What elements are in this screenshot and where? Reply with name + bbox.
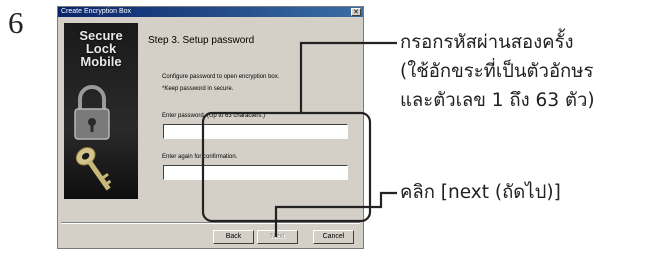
close-button[interactable]: ✕ bbox=[351, 8, 361, 16]
back-button[interactable]: Back bbox=[213, 230, 254, 244]
password-callout-line: (ใช้อักขระที่เป็นตัวอักษร bbox=[400, 61, 594, 82]
title-bar: Create Encryption Box ✕ bbox=[58, 7, 363, 17]
password-label: Enter password. (Up to 63 characters.) bbox=[162, 113, 266, 119]
confirm-password-label: Enter again for confirmation. bbox=[162, 154, 238, 160]
confirm-password-input[interactable] bbox=[163, 165, 348, 180]
description-line: *Keep password in secure. bbox=[162, 86, 234, 92]
cancel-button[interactable]: Cancel bbox=[313, 230, 354, 244]
brand-line: Mobile bbox=[80, 54, 122, 69]
next-callout: คลิก [next (ถัดไป)] bbox=[400, 182, 561, 203]
step-number: 6 bbox=[8, 5, 24, 40]
window-title: Create Encryption Box bbox=[61, 8, 132, 15]
step-title: Step 3. Setup password bbox=[148, 35, 255, 46]
password-input[interactable] bbox=[163, 124, 348, 139]
brand-panel: Secure Lock Mobile bbox=[64, 23, 138, 199]
description-line: Configure password to open encryption bo… bbox=[162, 74, 280, 80]
dialog-window: Create Encryption Box ✕ Secure Lock Mobi… bbox=[57, 6, 364, 249]
padlock-key-icon bbox=[74, 85, 112, 191]
password-callout-line: กรอกรหัสผ่านสองครั้ง bbox=[400, 32, 574, 53]
separator bbox=[61, 222, 360, 224]
password-callout-line: และตัวเลข 1 ถึง 63 ตัว) bbox=[400, 90, 595, 111]
next-button[interactable]: Next bbox=[257, 230, 298, 244]
